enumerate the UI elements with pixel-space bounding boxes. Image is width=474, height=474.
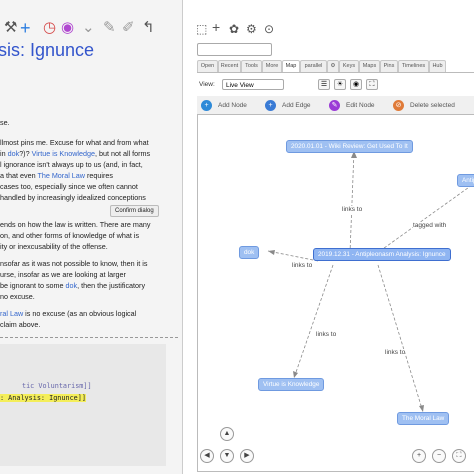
paragraph-line: ity or inexcusability of the offense. — [0, 242, 108, 251]
arrow-dok — [268, 250, 275, 255]
graph-node-review[interactable]: 2020.01.01 - Wiki Review: Get Used To It — [286, 140, 413, 153]
tiddler-title: sis: Ignunce — [0, 40, 95, 60]
edit-node-button[interactable]: ✎ Edit Node — [329, 99, 375, 111]
graph-node-virtue[interactable]: Virtue is Knowledge — [258, 378, 325, 391]
paragraph-line: handled by increasingly idealized concep… — [0, 193, 146, 202]
zoom-in-icon[interactable]: + — [412, 449, 426, 463]
edge-center-morallaw — [377, 264, 424, 413]
timer-icon[interactable]: ◷ — [43, 18, 56, 38]
sidebar-panel: ⬚ + ✿ ⚙ ⊙ Open Recent Tools More Map par… — [190, 0, 474, 474]
edge-label: links to — [316, 331, 337, 338]
right-arrow-icon[interactable]: ▶ — [240, 449, 254, 463]
dok-link[interactable]: dok — [8, 149, 20, 158]
delete-selected-button[interactable]: ⊘ Delete selected — [393, 99, 455, 111]
fit-icon[interactable]: ⛶ — [452, 449, 466, 463]
new-tiddler-icon[interactable]: ⬚ — [196, 22, 207, 36]
code-line: tic Voluntarism]] — [22, 382, 92, 390]
moral-law-link[interactable]: The Moral Law — [37, 171, 85, 180]
more-icon[interactable]: ↰ — [142, 18, 155, 38]
chevron-down-icon[interactable]: ⌄ — [82, 18, 95, 38]
plus-icon[interactable]: + — [20, 18, 31, 38]
add-edge-button[interactable]: + Add Edge — [265, 99, 311, 111]
edge-center-antip — [379, 184, 473, 252]
graph-node-dok[interactable]: dok — [239, 246, 260, 259]
paragraph-line: se. — [0, 118, 10, 127]
tab-underline — [197, 72, 474, 73]
divider — [0, 337, 178, 338]
confirm-dialog-button[interactable]: Confirm dialog — [110, 205, 159, 217]
view-label: View: — [199, 81, 215, 88]
edge-center-dok — [267, 250, 319, 262]
add-node-icon: + — [201, 99, 212, 111]
tiddler-toolbar: ⚒ + ◷ ◉ ⌄ ✎ ✐ ↰ — [0, 18, 182, 40]
view-bar: View: Live View ☰ ☀ ◉ ⛶ — [197, 79, 474, 91]
graph-canvas[interactable]: links to tagged with links to links to l… — [197, 114, 474, 472]
left-arrow-icon[interactable]: ◀ — [200, 449, 214, 463]
edge-center-virtue — [293, 264, 334, 379]
dok-link-2[interactable]: dok — [66, 281, 78, 290]
add-edge-icon: + — [265, 99, 276, 111]
add-node-button[interactable]: + Add Node — [201, 99, 247, 111]
edge-label: tagged with — [413, 222, 447, 229]
tiddler-panel: ⚒ + ◷ ◉ ⌄ ✎ ✐ ↰ sis: Ignunce se. llmost … — [0, 0, 183, 474]
check-circle-icon[interactable]: ⊙ — [264, 22, 274, 36]
graph-node-antip[interactable]: Antip — [457, 174, 474, 187]
moral-law-link-2[interactable]: ral Law — [0, 309, 23, 318]
list-icon[interactable]: ☰ — [318, 79, 330, 90]
code-line-highlighted: : Analysis: Ignunce]] — [0, 394, 86, 402]
fullscreen-icon[interactable]: ⛶ — [366, 79, 378, 90]
edge-label: links to — [292, 262, 313, 269]
arrow-virtue — [293, 371, 298, 378]
view-select[interactable]: Live View — [222, 79, 284, 90]
delete-icon: ⊘ — [393, 99, 404, 111]
down-arrow-icon[interactable]: ▼ — [220, 449, 234, 463]
paragraph-line: no excuse. — [0, 292, 35, 301]
paragraph-line: claim above. — [0, 320, 41, 329]
code-block: tic Voluntarism]] : Analysis: Ignunce]] — [0, 344, 166, 466]
edge-center-review — [349, 150, 355, 254]
edge-label: links to — [385, 349, 406, 356]
virtue-link[interactable]: Virtue is Knowledge — [32, 149, 95, 158]
eye-icon[interactable]: ◉ — [61, 18, 74, 38]
edit-node-icon: ✎ — [329, 99, 340, 111]
graph-action-bar: + Add Node + Add Edge ✎ Edit Node ⊘ Dele… — [197, 96, 474, 115]
gear-icon[interactable]: ⚙ — [246, 22, 257, 36]
pin-icon[interactable]: ☀ — [334, 79, 346, 90]
palette-icon[interactable]: ✿ — [229, 22, 239, 36]
record-icon[interactable]: ◉ — [350, 79, 362, 90]
zoom-out-icon[interactable]: − — [432, 449, 446, 463]
edit-off-icon[interactable]: ✐ — [122, 18, 135, 38]
edit-icon[interactable]: ✎ — [103, 18, 116, 38]
graph-node-moral-law[interactable]: The Moral Law — [397, 412, 450, 425]
edge-label: links to — [342, 206, 363, 213]
hammer-icon[interactable]: ⚒ — [4, 18, 17, 38]
plus-icon[interactable]: + — [212, 19, 220, 35]
up-arrow-icon[interactable]: ▲ — [220, 427, 234, 441]
arrow-morallaw — [419, 405, 424, 412]
graph-node-center[interactable]: 2019.12.31 - Antipleonasm Analysis: Ignu… — [313, 248, 451, 261]
search-input[interactable] — [197, 43, 272, 56]
